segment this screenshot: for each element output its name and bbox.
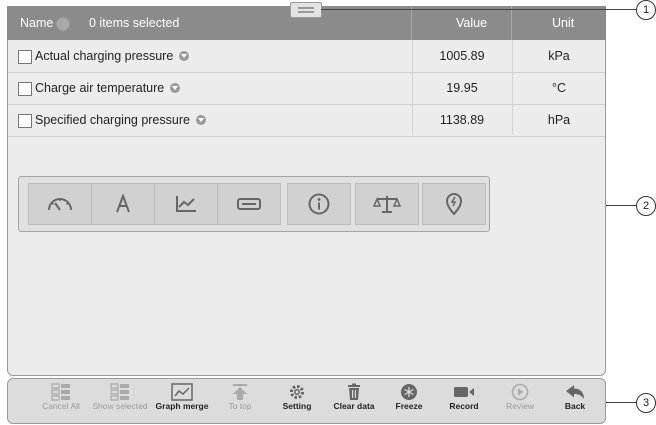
setting-icon [290, 385, 304, 399]
row-checkbox[interactable] [18, 50, 32, 64]
graph-merge-button[interactable]: Graph merge [154, 381, 210, 421]
back-label: Back [564, 401, 586, 411]
drag-handle[interactable] [290, 2, 322, 18]
callout-3: 3 [636, 393, 656, 413]
info-button[interactable] [287, 183, 351, 225]
trash-icon [348, 383, 360, 400]
data-row[interactable]: Actual charging pressure 1005.89 kPa [8, 41, 605, 72]
setting-button[interactable]: Setting [269, 381, 325, 421]
data-list-panel: Actual charging pressure 1005.89 kPa Cha… [7, 40, 606, 376]
display-mode-toolbar [18, 176, 490, 232]
digital-icon [237, 198, 261, 210]
callout-2: 2 [636, 196, 656, 216]
callout-1: 1 [636, 0, 656, 20]
record-label: Record [449, 401, 479, 411]
freeze-button[interactable]: Freeze [381, 381, 437, 421]
to-top-label: To top [228, 401, 252, 411]
review-label: Review [506, 401, 534, 411]
to-top-button[interactable]: To top [212, 381, 268, 421]
callout-leader [606, 402, 636, 403]
location-pin-icon [445, 193, 463, 216]
row-value: 19.95 [446, 81, 478, 95]
row-label: Actual charging pressure [35, 49, 174, 63]
cancel-all-button[interactable]: Cancel All [33, 381, 89, 421]
row-unit: hPa [547, 113, 571, 127]
video-camera-icon [454, 387, 474, 397]
value-column-label: Value [456, 16, 488, 30]
gauge-mode-button[interactable] [28, 183, 92, 225]
to-top-icon [233, 384, 247, 400]
selection-count: 0 items selected [89, 16, 180, 30]
row-label: Charge air temperature [35, 81, 165, 95]
row-unit: kPa [548, 49, 570, 63]
back-arrow-icon [566, 385, 584, 399]
cancel-all-label: Cancel All [42, 401, 80, 411]
row-unit: °C [551, 81, 567, 95]
column-divider [511, 6, 512, 40]
column-divider [411, 6, 412, 40]
cancel-all-icon [51, 383, 70, 401]
setting-label: Setting [282, 401, 312, 411]
digital-mode-button[interactable] [217, 183, 281, 225]
data-row[interactable]: Specified charging pressure 1138.89 hPa [8, 105, 605, 136]
unit-conversion-button[interactable] [355, 183, 419, 225]
row-divider [8, 136, 605, 137]
callout-leader [321, 9, 636, 10]
text-mode-button[interactable] [91, 183, 155, 225]
graph-mode-button[interactable] [154, 183, 218, 225]
back-button[interactable]: Back [547, 381, 603, 421]
show-selected-label: Show selected [92, 401, 148, 411]
graph-merge-icon [171, 383, 193, 401]
function-toolbar: Cancel All Show selected Graph merge To … [7, 378, 606, 424]
row-value: 1005.89 [439, 49, 485, 63]
show-selected-button[interactable]: Show selected [92, 381, 148, 421]
expand-arrow-icon[interactable] [179, 51, 190, 61]
scale-icon [372, 196, 402, 213]
row-label: Specified charging pressure [35, 113, 190, 127]
unit-column-label: Unit [552, 16, 575, 30]
graph-merge-label: Graph merge [155, 401, 209, 411]
freeze-label: Freeze [395, 401, 423, 411]
record-button[interactable]: Record [436, 381, 492, 421]
callout-leader [606, 205, 636, 206]
data-row[interactable]: Charge air temperature 19.95 °C [8, 73, 605, 104]
snowflake-icon [401, 384, 417, 400]
expand-arrow-icon[interactable] [195, 115, 206, 125]
clear-data-label: Clear data [333, 401, 375, 411]
row-checkbox[interactable] [18, 114, 32, 128]
trigger-button[interactable] [422, 183, 486, 225]
gauge-icon [48, 198, 72, 211]
name-column-label: Name [20, 16, 54, 30]
row-value: 1138.89 [439, 113, 485, 127]
clear-data-button[interactable]: Clear data [326, 381, 382, 421]
row-checkbox[interactable] [18, 82, 32, 96]
text-icon [116, 194, 130, 213]
sort-icon[interactable] [56, 17, 70, 31]
line-graph-icon [176, 196, 196, 212]
show-selected-icon [110, 383, 129, 401]
expand-arrow-icon[interactable] [170, 83, 181, 93]
info-icon [308, 193, 330, 215]
review-button[interactable]: Review [492, 381, 548, 421]
play-icon [511, 383, 529, 401]
